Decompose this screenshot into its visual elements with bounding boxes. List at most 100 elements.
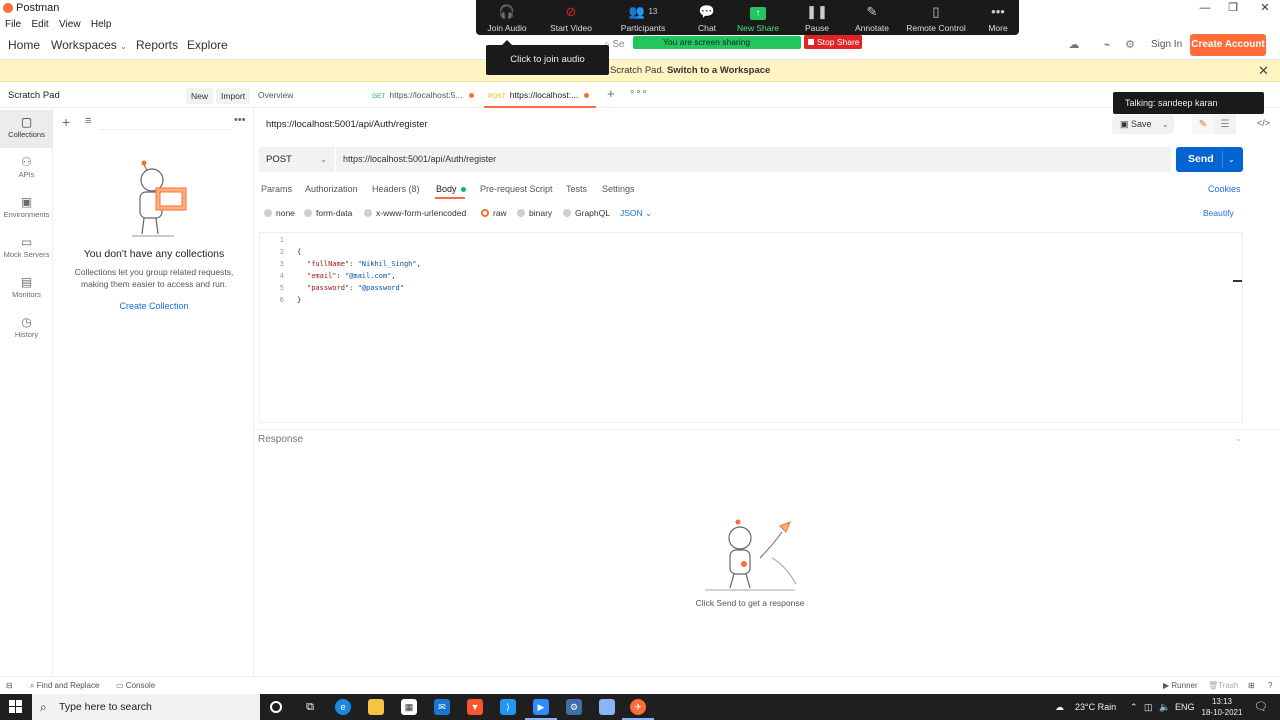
new-share-button[interactable]: ↑ New Share <box>735 3 781 33</box>
import-button[interactable]: Import <box>216 88 251 104</box>
collection-search-input[interactable] <box>99 116 231 130</box>
close-window-button[interactable]: ✕ <box>1250 0 1280 16</box>
body-format-select[interactable]: JSON ⌄ <box>620 208 652 219</box>
two-pane-icon[interactable]: ⊞ <box>1248 681 1255 690</box>
body-type-graphql[interactable]: GraphQL <box>563 208 610 218</box>
rail-mock-servers[interactable]: ▭ Mock Servers <box>0 230 53 268</box>
brave-icon[interactable]: ▼ <box>467 699 483 715</box>
sidebar-toggle-icon[interactable]: ⊟ <box>6 681 13 690</box>
tab-authorization[interactable]: Authorization <box>305 184 358 194</box>
request-title[interactable]: https://localhost:5001/api/Auth/register <box>266 119 428 130</box>
tab-settings[interactable]: Settings <box>602 184 635 194</box>
participants-button[interactable]: 👥 13 Participants <box>620 3 666 33</box>
chevron-down-icon[interactable]: ⌄ <box>1228 147 1235 172</box>
body-editor[interactable]: 1 2 3 4 5 6 { "fullName": "Nikhil_Singh"… <box>259 232 1243 423</box>
body-type-form-data[interactable]: form-data <box>304 208 352 218</box>
help-icon[interactable]: ? <box>1268 681 1272 690</box>
more-button[interactable]: ••• More <box>984 3 1012 33</box>
minimize-button[interactable]: — <box>1190 0 1220 16</box>
cookies-link[interactable]: Cookies <box>1208 184 1241 194</box>
weather-text[interactable]: 23°C Rain <box>1075 702 1116 712</box>
chevron-down-icon[interactable]: ⌄ <box>1162 115 1169 134</box>
rail-monitors[interactable]: ▤ Monitors <box>0 270 53 308</box>
filter-icon[interactable]: ≡ <box>85 115 91 127</box>
volume-icon[interactable]: 🔈 <box>1159 702 1170 713</box>
body-type-urlencoded[interactable]: x-www-form-urlencoded <box>364 208 466 218</box>
menu-file[interactable]: File <box>5 19 21 30</box>
comment-icon[interactable]: ☰ <box>1214 115 1236 134</box>
switch-workspace-link[interactable]: Switch to a Workspace <box>667 65 770 76</box>
new-button[interactable]: New <box>186 88 214 104</box>
taskbar-search-input[interactable]: ⌕ Type here to search <box>32 694 260 720</box>
send-button[interactable]: Send ⌄ <box>1176 147 1243 172</box>
trash-button[interactable]: 🗑Trash <box>1208 681 1238 690</box>
zoom-icon[interactable]: ▶ <box>525 699 557 720</box>
nav-reports[interactable]: Reports <box>136 38 178 52</box>
mail-icon[interactable]: ✉ <box>434 699 450 715</box>
code-snippet-icon[interactable]: </> <box>1257 118 1270 128</box>
url-input[interactable]: https://localhost:5001/api/Auth/register <box>336 147 1171 172</box>
banner-close-icon[interactable]: ✕ <box>1258 63 1269 79</box>
notifications-icon[interactable]: 🗨 <box>1254 700 1268 713</box>
remote-control-button[interactable]: ▯ Remote Control <box>905 3 967 33</box>
annotate-button[interactable]: ✎ Annotate <box>852 3 892 33</box>
edge-icon[interactable]: e <box>335 699 351 715</box>
app-icon[interactable] <box>599 699 615 715</box>
stop-share-button[interactable]: Stop Share <box>804 35 862 49</box>
task-view-icon[interactable]: ⧉ <box>302 699 318 715</box>
add-collection-icon[interactable]: + <box>62 114 70 130</box>
tab-headers[interactable]: Headers (8) <box>372 184 420 194</box>
method-select[interactable]: POST ⌄ <box>259 147 335 172</box>
more-options-icon[interactable]: ••• <box>234 114 246 126</box>
windows-start-icon[interactable] <box>9 700 23 714</box>
find-replace-button[interactable]: ⌕ Find and Replace <box>30 681 99 691</box>
satellite-icon[interactable]: ⌁ <box>1100 39 1114 51</box>
body-type-binary[interactable]: binary <box>517 208 552 218</box>
tab-overview[interactable]: Overview <box>258 82 364 108</box>
menu-help[interactable]: Help <box>91 19 112 30</box>
response-header[interactable]: Response ⌄ <box>254 429 1280 447</box>
rail-environments[interactable]: ▣ Environments <box>0 190 53 228</box>
settings-gear-icon[interactable]: ⚙ <box>1123 39 1137 51</box>
tab-body[interactable]: Body <box>436 184 466 194</box>
vscode-icon[interactable]: ⟩ <box>500 699 516 715</box>
nav-workspaces[interactable]: Workspaces ⌄ <box>51 38 127 52</box>
chevron-down-icon[interactable]: ⌄ <box>1235 434 1242 443</box>
network-app-icon[interactable]: ⚙ <box>566 699 582 715</box>
tab-post-request[interactable]: POST https://localhost:... <box>484 82 596 108</box>
nav-home[interactable]: Home <box>8 38 40 52</box>
nav-explore[interactable]: Explore <box>187 38 228 52</box>
store-icon[interactable]: ▦ <box>401 699 417 715</box>
edit-pencil-icon[interactable]: ✎ <box>1192 115 1214 134</box>
tray-chevron-icon[interactable]: ⌃ <box>1130 702 1138 713</box>
tab-pre-request-script[interactable]: Pre-request Script <box>480 184 553 194</box>
chat-button[interactable]: 💬 Chat <box>692 3 722 33</box>
rail-apis[interactable]: ⚇ APIs <box>0 150 53 188</box>
tab-params[interactable]: Params <box>261 184 292 194</box>
save-button[interactable]: ▣ Save ⌄ <box>1112 115 1174 134</box>
clock[interactable]: 13:13 18-10-2021 <box>1200 696 1244 718</box>
console-button[interactable]: ▭ Console <box>116 681 155 690</box>
postman-taskbar-icon[interactable]: ✈ <box>622 699 654 720</box>
create-collection-link[interactable]: Create Collection <box>54 301 254 311</box>
rail-history[interactable]: ◷ History <box>0 310 53 348</box>
tab-more-icon[interactable]: ∘∘∘ <box>629 87 648 98</box>
tab-get-request[interactable]: GET https://localhost:5... <box>372 82 484 108</box>
cortana-icon[interactable] <box>270 701 282 713</box>
menu-edit[interactable]: Edit <box>31 19 48 30</box>
runner-button[interactable]: ▶ Runner <box>1163 681 1198 690</box>
tab-tests[interactable]: Tests <box>566 184 587 194</box>
weather-icon[interactable]: ☁ <box>1055 702 1064 713</box>
body-type-none[interactable]: none <box>264 208 295 218</box>
sign-in-link[interactable]: Sign In <box>1151 39 1182 50</box>
language-indicator[interactable]: ENG <box>1175 702 1195 712</box>
start-video-button[interactable]: ⊘ Start Video <box>548 3 594 33</box>
file-explorer-icon[interactable] <box>368 699 384 715</box>
network-icon[interactable]: ◫ <box>1144 702 1153 713</box>
create-account-button[interactable]: Create Account <box>1190 34 1266 56</box>
cloud-sync-icon[interactable]: ☁ <box>1067 39 1081 51</box>
editor-scrollbar[interactable] <box>1233 280 1242 282</box>
beautify-link[interactable]: Beautify <box>1203 208 1234 218</box>
join-audio-button[interactable]: 🎧 Join Audio <box>486 3 528 33</box>
rail-collections[interactable]: ▢ Collections <box>0 110 53 148</box>
